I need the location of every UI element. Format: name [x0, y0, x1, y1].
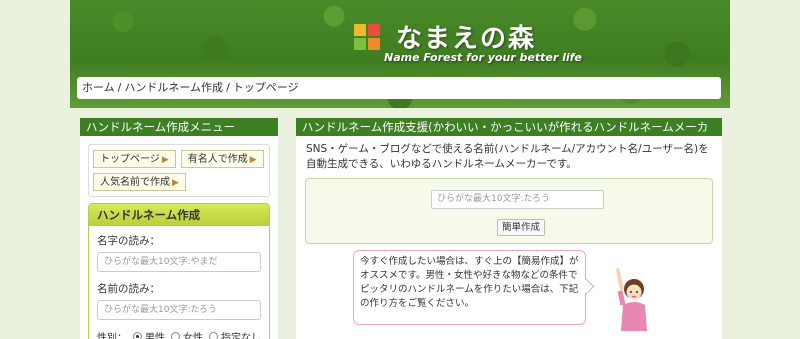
radio-selected-icon	[133, 332, 142, 339]
gender-radio-female[interactable]: 女性	[171, 329, 203, 339]
surname-label: 名字の読み：	[97, 235, 160, 247]
sidebar-nav: トップページ ▶ 有名人で作成 ▶ 人気名前で作成 ▶	[88, 144, 270, 197]
breadcrumb-home[interactable]: ホーム	[82, 81, 115, 94]
gender-radio-none[interactable]: 指定なし	[209, 329, 261, 339]
breadcrumb-handlename[interactable]: ハンドルネーム作成	[124, 81, 223, 94]
triangle-right-icon: ▶	[249, 155, 257, 165]
quick-create-box: ひらがな最大10文字:たろう 簡単作成	[305, 178, 713, 244]
sidebar-item-popular[interactable]: 人気名前で作成 ▶	[93, 173, 186, 191]
logo-mark-icon	[354, 23, 380, 50]
firstname-input[interactable]: ひらがな最大10文字:たろう	[97, 300, 261, 320]
main-description: SNS・ゲーム・ブログなどで使える名前(ハンドルネーム/アカウント名/ユーザー名…	[306, 143, 709, 170]
sidebar: ハンドルネーム作成メニュー トップページ ▶ 有名人で作成 ▶ 人気名前で作成 ▶ ハ…	[80, 118, 278, 339]
gender-radio-male[interactable]: 男性	[133, 329, 165, 339]
quick-create-button[interactable]: 簡単作成	[497, 219, 546, 236]
radio-icon	[171, 332, 180, 339]
site-logo[interactable]: なまえの森	[354, 18, 536, 55]
guide-girl-icon	[616, 268, 647, 331]
guide-speech-bubble: 今すぐ作成したい場合は、すぐ上の【簡易作成】がオススメです。男性・女性や好きな物…	[353, 250, 586, 325]
triangle-right-icon: ▶	[172, 178, 179, 188]
sidebar-item-celebrity[interactable]: 有名人で作成 ▶	[180, 150, 264, 168]
gender-label: 性別：	[97, 333, 127, 339]
handlename-maker-panel: ハンドルネーム作成 名字の読み： ひらがな最大10文字:やまだ 名前の読み： ひ…	[88, 203, 270, 339]
main-content: ハンドルネーム作成支援(かわいい・かっこいいが作れるハンドルネームメーカー) S…	[296, 118, 722, 339]
breadcrumb-current: トップページ	[232, 81, 299, 94]
main-title: ハンドルネーム作成支援(かわいい・かっこいいが作れるハンドルネームメーカー)	[296, 118, 722, 152]
site-subtitle: Name Forest for your better life	[384, 51, 582, 64]
surname-input[interactable]: ひらがな最大10文字:やまだ	[97, 252, 261, 272]
quick-name-input[interactable]: ひらがな最大10文字:たろう	[431, 190, 604, 209]
gender-group: 性別： 男性 女性 指定なし	[97, 329, 261, 339]
breadcrumb: ホーム / ハンドルネーム作成 / トップページ	[77, 77, 721, 99]
maker-title: ハンドルネーム作成	[89, 204, 269, 226]
sidebar-menu-title: ハンドルネーム作成メニュー	[80, 118, 278, 136]
radio-icon	[209, 332, 218, 339]
firstname-label: 名前の読み：	[97, 283, 160, 295]
sidebar-item-top[interactable]: トップページ ▶	[93, 150, 176, 168]
site-title: なまえの森	[396, 24, 537, 54]
triangle-right-icon: ▶	[161, 155, 169, 165]
